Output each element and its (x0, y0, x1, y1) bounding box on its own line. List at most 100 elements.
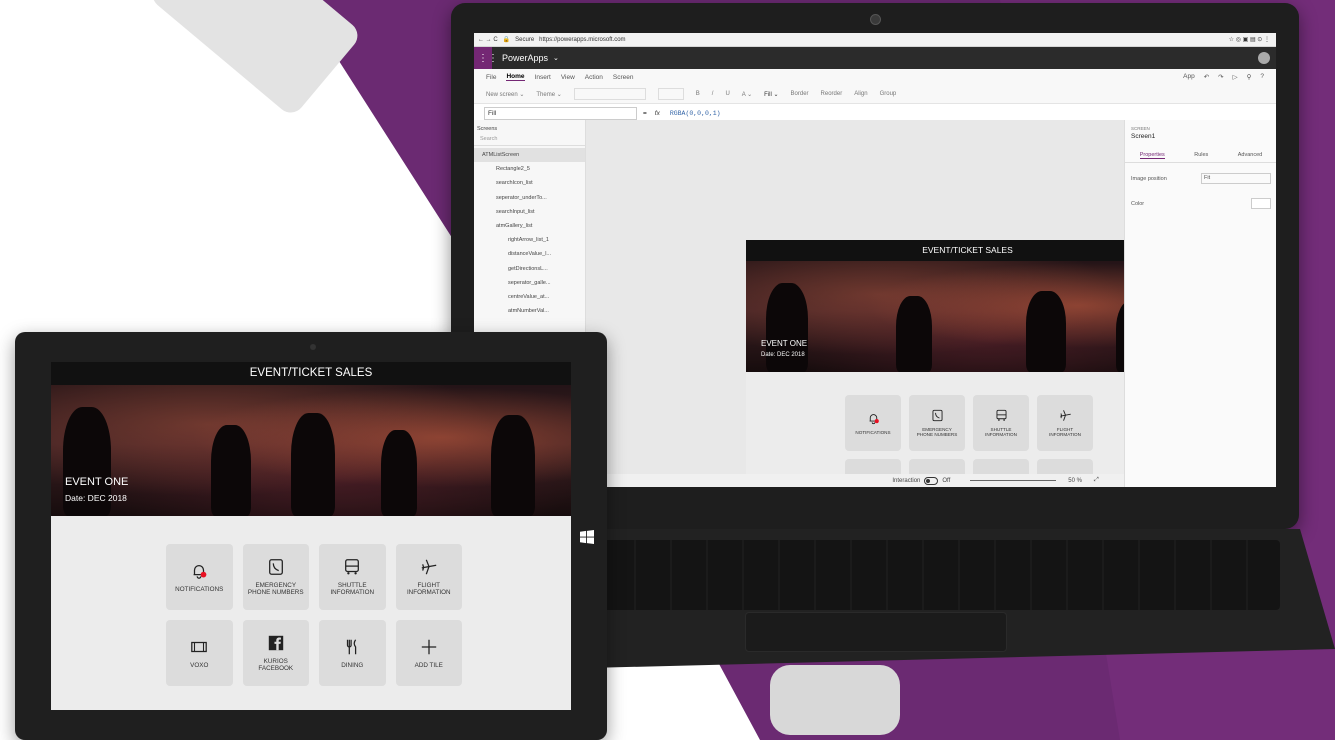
performer-silhouette (491, 415, 535, 516)
group-button[interactable]: Group (880, 91, 897, 97)
interaction-label: Interaction (892, 477, 921, 484)
tile-flight-information[interactable]: FLIGHT INFORMATION (1037, 395, 1093, 451)
properties-pane: SCREEN Screen1 Properties Rules Advanced… (1124, 120, 1276, 487)
fill-button[interactable]: Fill ⌄ (764, 91, 778, 98)
color-picker[interactable] (1251, 198, 1271, 209)
interaction-state: Off (942, 477, 951, 484)
tile-label: DINING (341, 661, 364, 669)
menu-right-actions: App ↶ ↷ ▷ ⚲ ? (1183, 73, 1264, 81)
tile-label: INFORMATION (1049, 432, 1081, 437)
interaction-toggle[interactable] (924, 476, 939, 485)
app-button[interactable]: App (1183, 73, 1195, 81)
app-preview-laptop[interactable]: EVENT/TICKET SALES EVENT ONE Date: DEC 2… (746, 240, 1189, 487)
app-preview-tablet[interactable]: EVENT/TICKET SALES EVENT ONE Date: DEC 2… (51, 362, 571, 710)
performer-silhouette (1026, 291, 1066, 372)
event-date: Date: DEC 2018 (761, 352, 805, 358)
menu-insert[interactable]: Insert (535, 74, 551, 81)
menu-action[interactable]: Action (585, 74, 603, 81)
tile-emergency-phone-numbers[interactable]: EMERGENCY PHONE NUMBERS (242, 544, 309, 610)
browser-toolbar: ← → C 🔒 Secure https://powerapps.microso… (474, 33, 1276, 47)
tree-item[interactable]: centreValue_at... (474, 290, 585, 304)
tile-add-tile[interactable]: ADD TILE (395, 620, 462, 686)
underline-button[interactable]: U (725, 91, 729, 97)
selected-screen-name: Screen1 (1131, 133, 1156, 140)
play-icon[interactable]: ▷ (1233, 73, 1238, 81)
tree-item[interactable]: seperator_galle... (474, 276, 585, 290)
align-button[interactable]: Align (854, 91, 867, 97)
event-name: EVENT ONE (761, 339, 808, 348)
tile-label: KURIOS (263, 658, 288, 665)
tab-rules[interactable]: Rules (1194, 152, 1208, 159)
tree-item[interactable]: searchInput_list (474, 205, 585, 219)
tile-emergency-phone-numbers[interactable]: EMERGENCY PHONE NUMBERS (909, 395, 965, 451)
property-dropdown[interactable]: Fill (484, 106, 637, 120)
zoom-slider[interactable] (970, 480, 1057, 481)
image-position-dropdown[interactable]: Fit (1201, 173, 1271, 184)
app-name[interactable]: PowerApps (502, 53, 548, 63)
tile-notifications[interactable]: NOTIFICATIONS (845, 395, 901, 451)
browser-extension-icons[interactable]: ☆ ◎ ▣ ▤ ⊙ ⋮ (1229, 36, 1270, 43)
lock-icon: 🔒 (502, 37, 511, 43)
event-date: Date: DEC 2018 (65, 493, 127, 503)
ribbon-toolbar: New screen ⌄ Theme ⌄ B / U A ⌄ Fill ⌄ Bo… (474, 85, 1276, 104)
color-label: Color (1131, 200, 1145, 207)
font-size-select[interactable] (657, 88, 684, 100)
italic-button[interactable]: / (712, 91, 714, 97)
tile-label: EMERGENCY (255, 582, 297, 589)
tile-shuttle-information[interactable]: SHUTTLE INFORMATION (973, 395, 1029, 451)
tree-item[interactable]: atmNumberVal... (474, 304, 585, 318)
tree-item-gallery[interactable]: atmGallery_list (474, 219, 585, 233)
background-shape (770, 665, 900, 735)
menu-view[interactable]: View (561, 74, 575, 81)
user-icon[interactable]: ⚲ (1247, 73, 1252, 81)
tree-item[interactable]: Rectangle2_5 (474, 162, 585, 176)
tree-item-screen[interactable]: ATMListScreen (474, 148, 585, 163)
tile-dining[interactable]: DINING (319, 620, 386, 686)
fx-icon[interactable]: fx (655, 110, 660, 117)
tile-label: VOXO (190, 661, 209, 669)
bold-button[interactable]: B (696, 91, 700, 97)
formula-input[interactable]: RGBA(0,0,0,1) (670, 110, 721, 117)
tile-kurios-facebook[interactable]: KURIOS FACEBOOK (242, 620, 309, 686)
tile-label: PHONE NUMBERS (916, 432, 958, 437)
undo-icon[interactable]: ↶ (1204, 73, 1209, 81)
border-button[interactable]: Border (791, 91, 809, 97)
tree-item[interactable]: getDirectionsL... (474, 262, 585, 276)
font-color-button[interactable]: A ⌄ (742, 91, 752, 98)
theme-button[interactable]: Theme ⌄ (536, 91, 561, 98)
tree-item[interactable]: seperator_underTo... (474, 191, 585, 205)
menu-home[interactable]: Home (506, 73, 525, 81)
chevron-down-icon[interactable]: ⌄ (553, 54, 559, 62)
address-bar[interactable]: https://powerapps.microsoft.com (539, 37, 625, 43)
menu-screen[interactable]: Screen (613, 74, 634, 81)
tree-search-input[interactable]: Search (474, 136, 585, 146)
font-select[interactable] (573, 88, 646, 100)
tile-notifications[interactable]: NOTIFICATIONS (166, 544, 233, 610)
tile-flight-information[interactable]: FLIGHT INFORMATION (395, 544, 462, 610)
tab-advanced[interactable]: Advanced (1238, 152, 1262, 159)
bell-icon (869, 413, 879, 424)
laptop-camera (870, 14, 881, 25)
help-icon[interactable]: ? (1260, 73, 1264, 81)
plus-icon (421, 639, 436, 654)
toggle-knob (926, 478, 931, 483)
redo-icon[interactable]: ↷ (1218, 73, 1223, 81)
secure-label: Secure (515, 36, 535, 43)
powerapps-header: ⋮⋮⋮ PowerApps ⌄ (474, 47, 1276, 69)
tree-item[interactable]: rightArrow_list_1 (474, 233, 585, 247)
tile-label: FLIGHT (417, 582, 440, 589)
fullscreen-icon[interactable]: ⤢ (1094, 477, 1099, 484)
tree-item[interactable]: searchIcon_list (474, 176, 585, 190)
tile-shuttle-information[interactable]: SHUTTLE INFORMATION (319, 544, 386, 610)
tile-voxo[interactable]: VOXO (166, 620, 233, 686)
reorder-button[interactable]: Reorder (821, 91, 843, 97)
tree-item[interactable]: distanceValue_l... (474, 247, 585, 261)
app-launcher-icon[interactable]: ⋮⋮⋮ (474, 47, 498, 69)
menu-file[interactable]: File (486, 74, 496, 81)
new-screen-button[interactable]: New screen ⌄ (486, 91, 524, 98)
tab-properties[interactable]: Properties (1139, 152, 1165, 159)
browser-nav-buttons[interactable]: ← → C (478, 37, 498, 43)
avatar[interactable] (1258, 52, 1270, 64)
tile-label: INFORMATION (330, 589, 375, 596)
plane-icon (421, 559, 437, 575)
